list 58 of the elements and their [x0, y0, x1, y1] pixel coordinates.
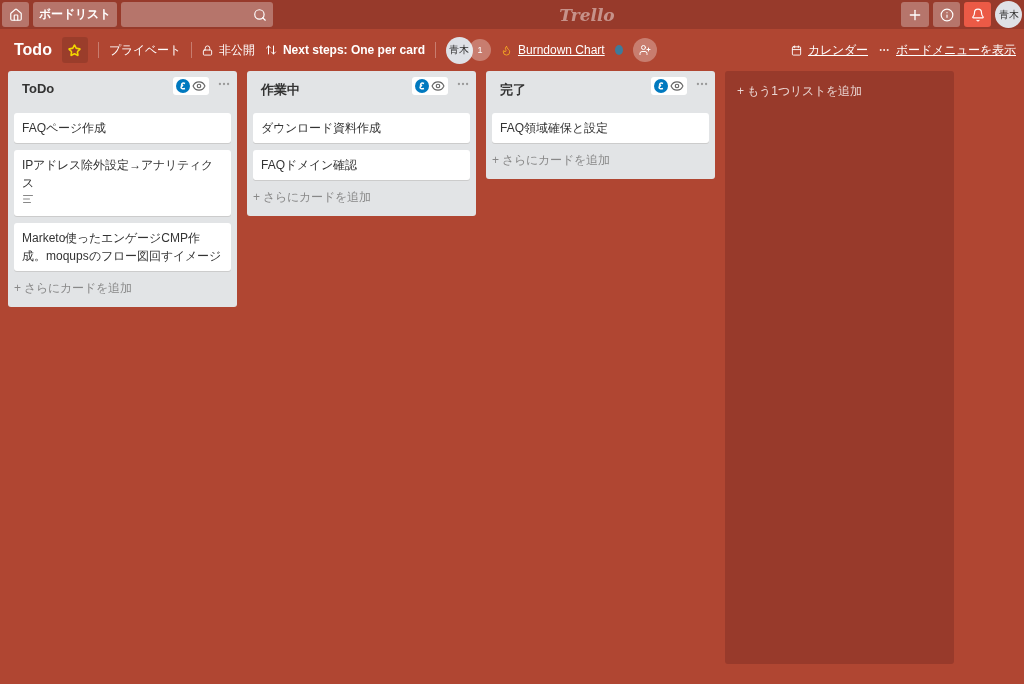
search-icon	[253, 7, 267, 22]
status-dot-icon	[614, 45, 623, 55]
add-person-icon	[638, 44, 651, 56]
add-card-button[interactable]: + さらにカードを追加	[492, 150, 709, 173]
task-card[interactable]: FAQ領域確保と設定	[492, 113, 709, 143]
calendar-link[interactable]: カレンダー	[791, 41, 868, 59]
calendar-icon	[791, 44, 802, 56]
sort-button[interactable]: Next steps: One per card	[264, 43, 425, 57]
task-card[interactable]: Marketo使ったエンゲージCMP作成。moqupsのフロー図回すイメージ	[14, 223, 231, 271]
board-title: Todo	[14, 41, 52, 59]
eye-icon	[192, 79, 206, 93]
user-avatar[interactable]: 青木	[995, 1, 1022, 28]
power-up-badge[interactable]	[412, 77, 448, 95]
visibility-button[interactable]: 非公開	[201, 41, 255, 59]
add-list-button[interactable]: + もう1つリストを追加	[737, 83, 862, 100]
burndown-link[interactable]: Burndown Chart	[500, 43, 605, 57]
power-up-badge[interactable]	[651, 77, 687, 95]
card-title: FAQ領域確保と設定	[500, 120, 609, 137]
add-card-button[interactable]: + さらにカードを追加	[14, 278, 231, 301]
notifications-button[interactable]	[964, 2, 991, 27]
letter-e-icon	[415, 79, 429, 93]
home-icon	[8, 7, 23, 22]
search-field[interactable]	[121, 2, 273, 27]
list-title: ToDo	[22, 80, 56, 96]
eye-icon	[670, 79, 684, 93]
list-title: 作業中	[261, 81, 301, 99]
list-title: 完了	[500, 81, 527, 99]
card-title: ダウンロード資料作成	[261, 120, 382, 137]
member-count[interactable]: 1	[468, 39, 491, 61]
info-button[interactable]	[933, 2, 960, 27]
power-up-badge[interactable]	[173, 77, 209, 95]
eye-icon	[431, 79, 445, 93]
card-title: Marketo使ったエンゲージCMP作成。moqupsのフロー図回すイメージ	[22, 230, 222, 265]
star-button[interactable]	[61, 37, 88, 63]
card-title: FAQドメイン確認	[261, 157, 358, 174]
info-icon	[939, 7, 954, 22]
member-avatar[interactable]: 青木	[445, 36, 473, 64]
letter-e-icon	[176, 79, 190, 93]
card-title: FAQページ作成	[22, 120, 107, 137]
flame-icon	[500, 44, 512, 56]
star-icon	[68, 43, 82, 57]
task-card[interactable]: IPアドレス除外設定→アナリティクス	[14, 150, 231, 216]
sort-arrows-icon	[264, 44, 277, 56]
add-card-button[interactable]: + さらにカードを追加	[253, 187, 470, 210]
letter-e-icon	[654, 79, 668, 93]
lock-icon	[201, 44, 213, 56]
bell-icon	[970, 7, 985, 22]
boards-button[interactable]: ボードリスト	[33, 2, 117, 27]
task-card[interactable]: FAQページ作成	[14, 113, 231, 143]
logo-text: Trello	[559, 4, 615, 25]
task-card[interactable]: FAQドメイン確認	[253, 150, 470, 180]
team-button[interactable]: プライベート	[108, 41, 181, 59]
invite-button[interactable]	[632, 38, 657, 62]
card-title: IPアドレス除外設定→アナリティクス	[22, 157, 215, 192]
add-button[interactable]	[901, 2, 929, 27]
home-button[interactable]	[2, 2, 29, 27]
board-menu-link[interactable]: ボードメニューを表示	[878, 41, 1016, 59]
task-card[interactable]: ダウンロード資料作成	[253, 113, 470, 143]
